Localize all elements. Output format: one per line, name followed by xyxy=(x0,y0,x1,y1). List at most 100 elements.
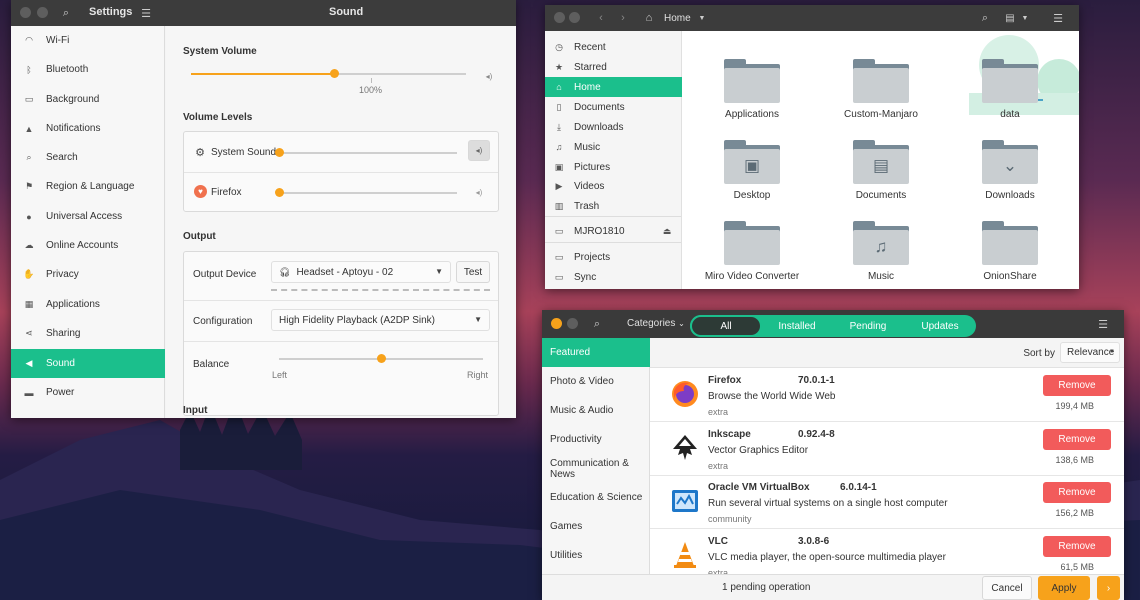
sidebar-item-home[interactable]: ⌂ Home xyxy=(545,77,682,97)
folder-data[interactable]: data xyxy=(955,59,1065,120)
folder-downloads[interactable]: ⌄ Downloads xyxy=(955,140,1065,201)
folder-miro-video-converter[interactable]: Miro Video Converter xyxy=(697,221,807,282)
sidebar-item-label: Online Accounts xyxy=(46,240,119,251)
view-options-icon[interactable]: ▤ xyxy=(1003,11,1017,25)
sidebar-item-label: Videos xyxy=(574,180,605,192)
close-window-button[interactable] xyxy=(551,318,562,329)
panel-title: Sound xyxy=(329,6,364,18)
category-games[interactable]: Games xyxy=(542,512,650,541)
folder-documents[interactable]: ▤ Documents xyxy=(826,140,936,201)
system-volume-knob[interactable] xyxy=(330,69,339,78)
path-bar-home[interactable]: Home xyxy=(664,13,691,24)
folder-onionshare[interactable]: OnionShare xyxy=(955,221,1065,282)
firefox-volume-slider[interactable] xyxy=(279,192,457,194)
app-repo: extra xyxy=(708,461,729,471)
sidebar-item-label: Home xyxy=(574,81,601,93)
hamburger-menu-icon[interactable]: ☰ xyxy=(1096,316,1110,332)
output-heading: Output xyxy=(183,231,216,242)
sidebar-item-background[interactable]: ▭ Background xyxy=(11,85,165,114)
expand-pending-button[interactable]: › xyxy=(1097,576,1120,600)
tab-installed[interactable]: Installed xyxy=(762,315,832,337)
remove-firefox-button[interactable]: Remove xyxy=(1043,375,1111,396)
remove-virtualbox-button[interactable]: Remove xyxy=(1043,482,1111,503)
sidebar-item-sharing[interactable]: ⋖ Sharing xyxy=(11,319,165,348)
system-sounds-knob[interactable] xyxy=(275,148,284,157)
category-productivity[interactable]: Productivity xyxy=(542,425,650,454)
folder-music[interactable]: ♫ Music xyxy=(826,221,936,282)
sidebar-item-label: Search xyxy=(46,152,78,163)
sidebar-item-recent[interactable]: ◷ Recent xyxy=(545,37,682,57)
sidebar-item-power[interactable]: ▬ Power xyxy=(11,378,165,407)
sort-combo[interactable]: Relevance ▼ xyxy=(1060,342,1120,363)
app-row-virtualbox[interactable]: Oracle VM VirtualBox 6.0.14-1 Run severa… xyxy=(650,476,1124,529)
search-icon[interactable]: ⌕ xyxy=(978,11,992,25)
chevron-down-icon[interactable]: ▼ xyxy=(697,13,707,23)
sidebar-item-pictures[interactable]: ▣ Pictures xyxy=(545,157,682,177)
sidebar-item-wifi[interactable]: ◠ Wi-Fi xyxy=(11,26,165,55)
folder-custom-manjaro[interactable]: Custom-Manjaro xyxy=(826,59,936,120)
sidebar-item-label: Music xyxy=(574,141,601,153)
folder-applications[interactable]: Applications xyxy=(697,59,807,120)
sidebar-item-trash[interactable]: ▥ Trash xyxy=(545,196,682,216)
chevron-down-icon[interactable]: ▼ xyxy=(1021,13,1029,23)
balance-knob[interactable] xyxy=(377,354,386,363)
sidebar-item-applications[interactable]: ▦ Applications xyxy=(11,290,165,319)
minimize-window-button[interactable] xyxy=(567,318,578,329)
firefox-volume-knob[interactable] xyxy=(275,188,284,197)
sidebar-item-privacy[interactable]: ✋ Privacy xyxy=(11,260,165,289)
sidebar-item-sound[interactable]: ◀ Sound xyxy=(11,349,165,378)
tab-updates[interactable]: Updates xyxy=(904,315,976,337)
forward-icon[interactable]: › xyxy=(617,11,629,25)
system-sounds-slider[interactable] xyxy=(279,152,457,154)
app-row-firefox[interactable]: Firefox 70.0.1-1 Browse the World Wide W… xyxy=(650,369,1124,422)
mute-system-sounds-button[interactable]: ◂) xyxy=(468,140,490,161)
minimize-window-button[interactable] xyxy=(569,12,580,23)
sidebar-item-notifications[interactable]: ▲ Notifications xyxy=(11,114,165,143)
sidebar-item-online-accounts[interactable]: ☁ Online Accounts xyxy=(11,231,165,260)
category-education-science[interactable]: Education & Science xyxy=(542,483,650,512)
sidebar-item-starred[interactable]: ★ Starred xyxy=(545,57,682,77)
balance-right-label: Right xyxy=(467,370,489,380)
app-row-inkscape[interactable]: Inkscape 0.92.4-8 Vector Graphics Editor… xyxy=(650,423,1124,476)
hamburger-menu-icon[interactable]: ☰ xyxy=(139,5,153,21)
hamburger-menu-icon[interactable]: ☰ xyxy=(1051,10,1065,26)
sidebar-item-downloads[interactable]: ⤓ Downloads xyxy=(545,117,682,137)
back-icon[interactable]: ‹ xyxy=(595,11,607,25)
folder-desktop[interactable]: ▣ Desktop xyxy=(697,140,807,201)
category-photo-video[interactable]: Photo & Video xyxy=(542,367,650,396)
search-icon: ⌕ xyxy=(26,152,32,162)
sidebar-item-universal-access[interactable]: ● Universal Access xyxy=(11,202,165,231)
category-music-audio[interactable]: Music & Audio xyxy=(542,396,650,425)
sidebar-item-projects[interactable]: ▭ Projects xyxy=(545,247,682,267)
sidebar-item-region[interactable]: ⚑ Region & Language xyxy=(11,172,165,201)
category-communication-news[interactable]: Communication & News xyxy=(542,454,650,483)
categories-button[interactable]: Categories ⌄ xyxy=(627,318,685,329)
eject-icon[interactable]: ⏏ xyxy=(661,225,673,237)
minimize-window-button[interactable] xyxy=(37,7,48,18)
remove-inkscape-button[interactable]: Remove xyxy=(1043,429,1111,450)
close-window-button[interactable] xyxy=(20,7,31,18)
app-row-vlc[interactable]: VLC 3.0.8-6 VLC media player, the open-s… xyxy=(650,530,1124,574)
sidebar-item-music[interactable]: ♫ Music xyxy=(545,137,682,157)
sidebar-item-bluetooth[interactable]: ᛒ Bluetooth xyxy=(11,55,165,84)
tab-pending[interactable]: Pending xyxy=(832,315,904,337)
sidebar-item-videos[interactable]: ▶ Videos xyxy=(545,176,682,196)
speaker-icon: ◂) xyxy=(475,187,483,197)
search-icon[interactable]: ⌕ xyxy=(59,6,73,20)
apply-button[interactable]: Apply xyxy=(1038,576,1090,600)
sidebar-item-search[interactable]: ⌕ Search xyxy=(11,143,165,172)
close-window-button[interactable] xyxy=(554,12,565,23)
test-button[interactable]: Test xyxy=(456,261,490,283)
configuration-combo[interactable]: High Fidelity Playback (A2DP Sink) ▼ xyxy=(271,309,490,331)
drive-icon: ▭ xyxy=(554,225,564,236)
cancel-button[interactable]: Cancel xyxy=(982,576,1032,600)
category-utilities[interactable]: Utilities xyxy=(542,541,650,570)
tab-all[interactable]: All xyxy=(690,315,762,337)
search-icon[interactable]: ⌕ xyxy=(590,317,604,331)
sidebar-item-documents[interactable]: ▯ Documents xyxy=(545,97,682,117)
output-device-combo[interactable]: 🎧︎ Headset - Aptoyu - 02 ▼ xyxy=(271,261,451,283)
settings-sidebar: ◠ Wi-Fi ᛒ Bluetooth ▭ Background ▲ Notificat… xyxy=(11,26,165,418)
sidebar-item-sync[interactable]: ▭ Sync xyxy=(545,267,682,287)
category-featured[interactable]: Featured xyxy=(542,338,650,367)
remove-vlc-button[interactable]: Remove xyxy=(1043,536,1111,557)
